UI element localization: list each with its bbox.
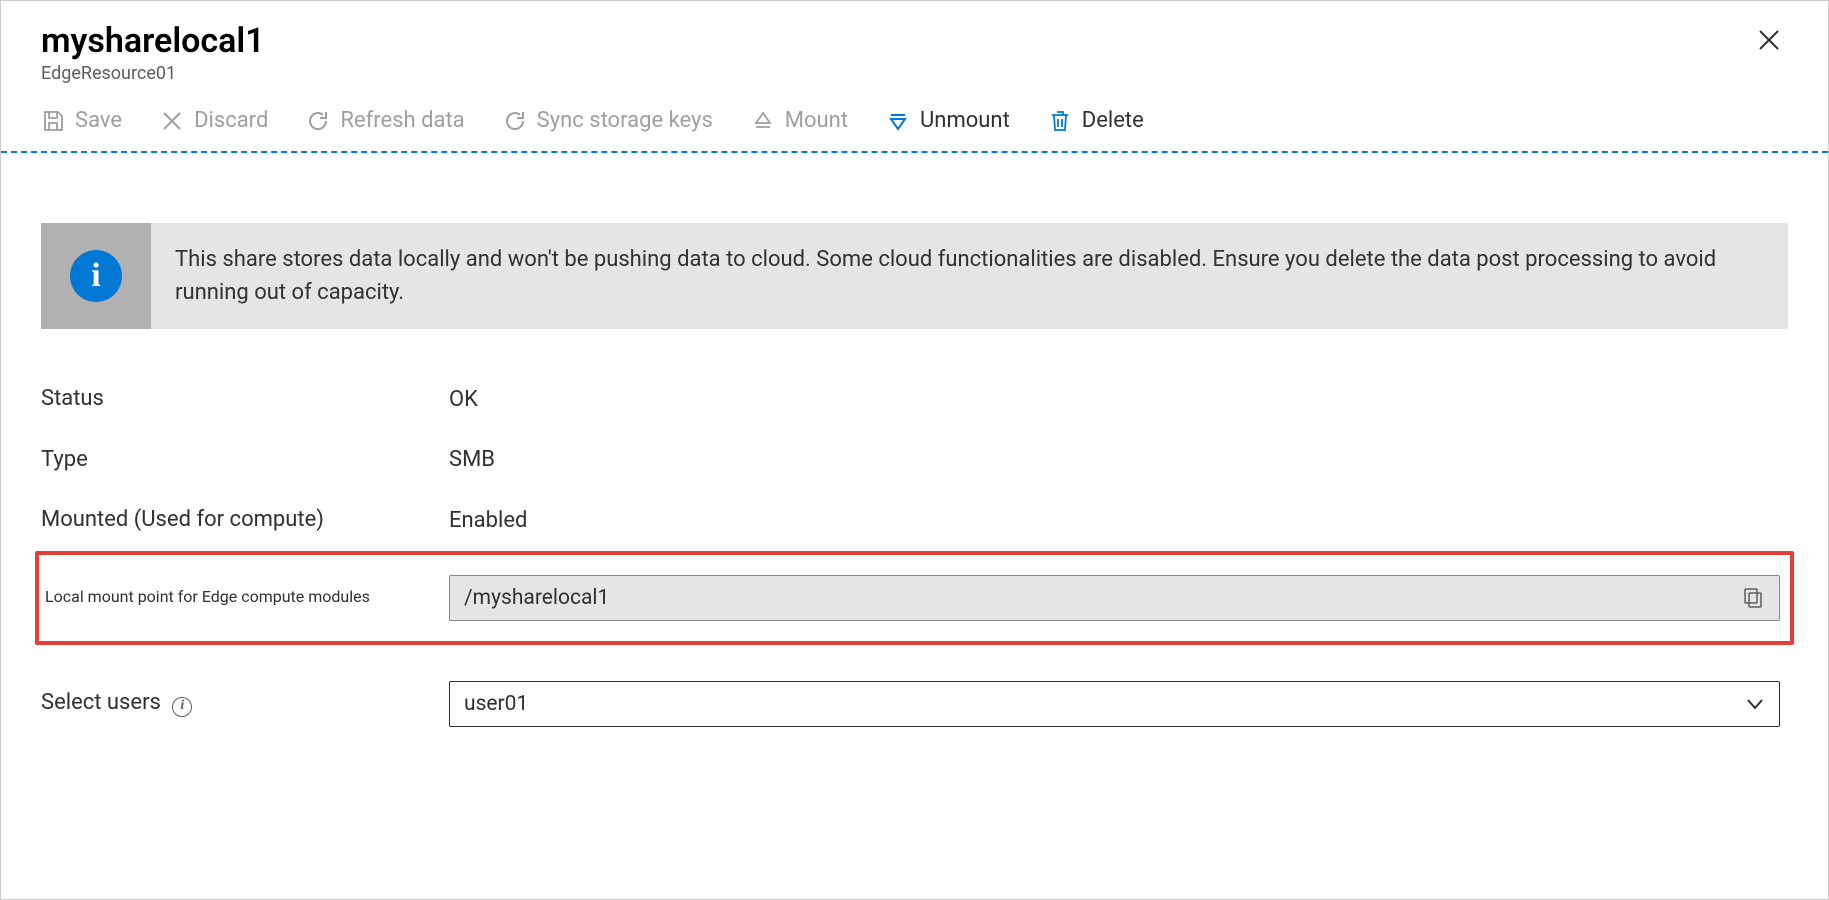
mounted-row: Mounted (Used for compute) Enabled bbox=[41, 490, 1788, 551]
type-row: Type SMB bbox=[41, 430, 1788, 491]
selectusers-label: Select users bbox=[41, 690, 161, 715]
info-banner-text: This share stores data locally and won't… bbox=[151, 223, 1788, 329]
copy-button[interactable] bbox=[1743, 587, 1765, 609]
mountpoint-field: /mysharelocal1 bbox=[449, 575, 1780, 621]
status-row: Status OK bbox=[41, 369, 1788, 430]
status-label: Status bbox=[41, 385, 449, 414]
sync-icon bbox=[503, 109, 527, 133]
save-button[interactable]: Save bbox=[41, 108, 122, 133]
mount-label: Mount bbox=[785, 108, 848, 133]
selectusers-dropdown[interactable]: user01 bbox=[449, 681, 1780, 727]
sync-button[interactable]: Sync storage keys bbox=[503, 108, 713, 133]
copy-icon bbox=[1743, 587, 1763, 609]
selectusers-value: user01 bbox=[464, 692, 1745, 716]
selectusers-row: Select users i user01 bbox=[41, 665, 1788, 743]
unmount-label: Unmount bbox=[920, 108, 1010, 133]
discard-label: Discard bbox=[194, 108, 268, 133]
unmount-icon bbox=[886, 109, 910, 133]
close-icon bbox=[1758, 29, 1780, 51]
info-icon-wrap: i bbox=[41, 223, 151, 329]
mount-button[interactable]: Mount bbox=[751, 108, 848, 133]
save-icon bbox=[41, 109, 65, 133]
toolbar: Save Discard Refresh data Sync storage k… bbox=[1, 94, 1828, 153]
page-subtitle: EdgeResource01 bbox=[41, 63, 265, 84]
selectusers-label-wrap: Select users i bbox=[41, 689, 449, 718]
page-title: mysharelocal1 bbox=[41, 21, 265, 61]
discard-icon bbox=[160, 109, 184, 133]
mountpoint-row: Local mount point for Edge compute modul… bbox=[35, 551, 1794, 645]
info-icon: i bbox=[70, 250, 122, 302]
delete-icon bbox=[1048, 109, 1072, 133]
info-inline-icon[interactable]: i bbox=[172, 697, 192, 717]
save-label: Save bbox=[75, 108, 122, 133]
mount-icon bbox=[751, 109, 775, 133]
mounted-value: Enabled bbox=[449, 508, 1788, 533]
type-label: Type bbox=[41, 446, 449, 475]
delete-label: Delete bbox=[1082, 108, 1144, 133]
mountpoint-label: Local mount point for Edge compute modul… bbox=[41, 587, 449, 608]
info-banner: i This share stores data locally and won… bbox=[41, 223, 1788, 329]
refresh-button[interactable]: Refresh data bbox=[306, 108, 464, 133]
sync-label: Sync storage keys bbox=[537, 108, 713, 133]
refresh-label: Refresh data bbox=[340, 108, 464, 133]
mountpoint-value: /mysharelocal1 bbox=[464, 586, 1743, 610]
close-button[interactable] bbox=[1750, 21, 1788, 59]
discard-button[interactable]: Discard bbox=[160, 108, 268, 133]
refresh-icon bbox=[306, 109, 330, 133]
status-value: OK bbox=[449, 387, 1788, 412]
mounted-label: Mounted (Used for compute) bbox=[41, 506, 449, 535]
chevron-down-icon bbox=[1745, 694, 1765, 714]
unmount-button[interactable]: Unmount bbox=[886, 108, 1010, 133]
type-value: SMB bbox=[449, 447, 1788, 472]
delete-button[interactable]: Delete bbox=[1048, 108, 1144, 133]
